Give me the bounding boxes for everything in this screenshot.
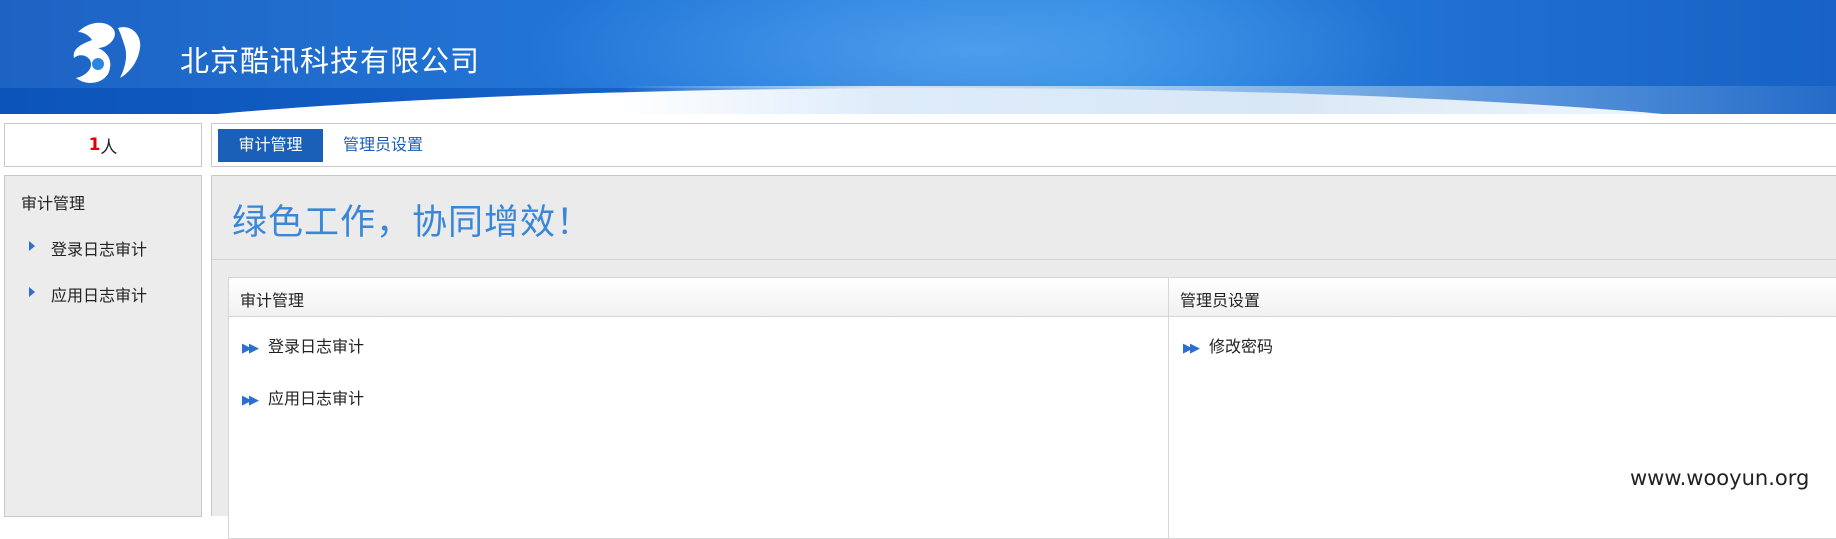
watermark-text: www.wooyun.org bbox=[1630, 466, 1810, 490]
company-name: 北京酷讯科技有限公司 bbox=[180, 44, 481, 78]
header-banner: 北京酷讯科技有限公司 bbox=[0, 0, 1836, 114]
user-count-number: 1 bbox=[88, 135, 101, 155]
column-header-audit-management: 审计管理 bbox=[240, 291, 305, 310]
column-header-admin-settings: 管理员设置 bbox=[1180, 291, 1261, 310]
slogan-heading: 绿色工作，协同增效！ bbox=[232, 203, 593, 243]
online-user-count: 1人 bbox=[4, 123, 202, 167]
link-login-log-audit[interactable]: ▶▶ 登录日志审计 bbox=[242, 333, 364, 357]
user-count-unit: 人 bbox=[100, 137, 118, 158]
link-label: 登录日志审计 bbox=[268, 337, 365, 356]
sidebar-item-login-log-audit[interactable]: 登录日志审计 bbox=[29, 236, 147, 260]
quick-links-panel: 审计管理 管理员设置 ▶▶ 登录日志审计 ▶▶ 应用日志审计 ▶▶ 修改密码 bbox=[228, 277, 1836, 539]
sidebar-item-label: 应用日志审计 bbox=[51, 286, 148, 305]
double-chevron-right-icon: ▶▶ bbox=[1183, 341, 1200, 356]
double-chevron-right-icon: ▶▶ bbox=[242, 341, 259, 356]
double-chevron-right-icon: ▶▶ bbox=[242, 393, 259, 408]
tab-bar: 审计管理 管理员设置 bbox=[211, 123, 1836, 167]
link-app-log-audit[interactable]: ▶▶ 应用日志审计 bbox=[242, 385, 364, 409]
tab-audit-management[interactable]: 审计管理 bbox=[218, 129, 323, 162]
link-change-password[interactable]: ▶▶ 修改密码 bbox=[1183, 333, 1273, 357]
tab-admin-settings[interactable]: 管理员设置 bbox=[343, 129, 423, 162]
triangle-right-icon bbox=[29, 287, 35, 297]
sidebar-item-label: 登录日志审计 bbox=[51, 240, 148, 259]
link-label: 应用日志审计 bbox=[268, 389, 365, 408]
banner-wave-highlight bbox=[620, 86, 1836, 114]
sidebar-title: 审计管理 bbox=[21, 194, 86, 213]
sidebar: 审计管理 登录日志审计 应用日志审计 bbox=[4, 175, 202, 517]
main-content: 绿色工作，协同增效！ 审计管理 管理员设置 ▶▶ 登录日志审计 ▶▶ 应用日志审计 … bbox=[211, 175, 1836, 539]
column-divider bbox=[1168, 278, 1169, 538]
link-label: 修改密码 bbox=[1209, 337, 1274, 356]
slogan-divider bbox=[212, 259, 1836, 260]
sidebar-item-app-log-audit[interactable]: 应用日志审计 bbox=[29, 282, 147, 306]
triangle-right-icon bbox=[29, 241, 35, 251]
panel-header bbox=[229, 278, 1836, 317]
company-logo-icon bbox=[68, 18, 148, 88]
